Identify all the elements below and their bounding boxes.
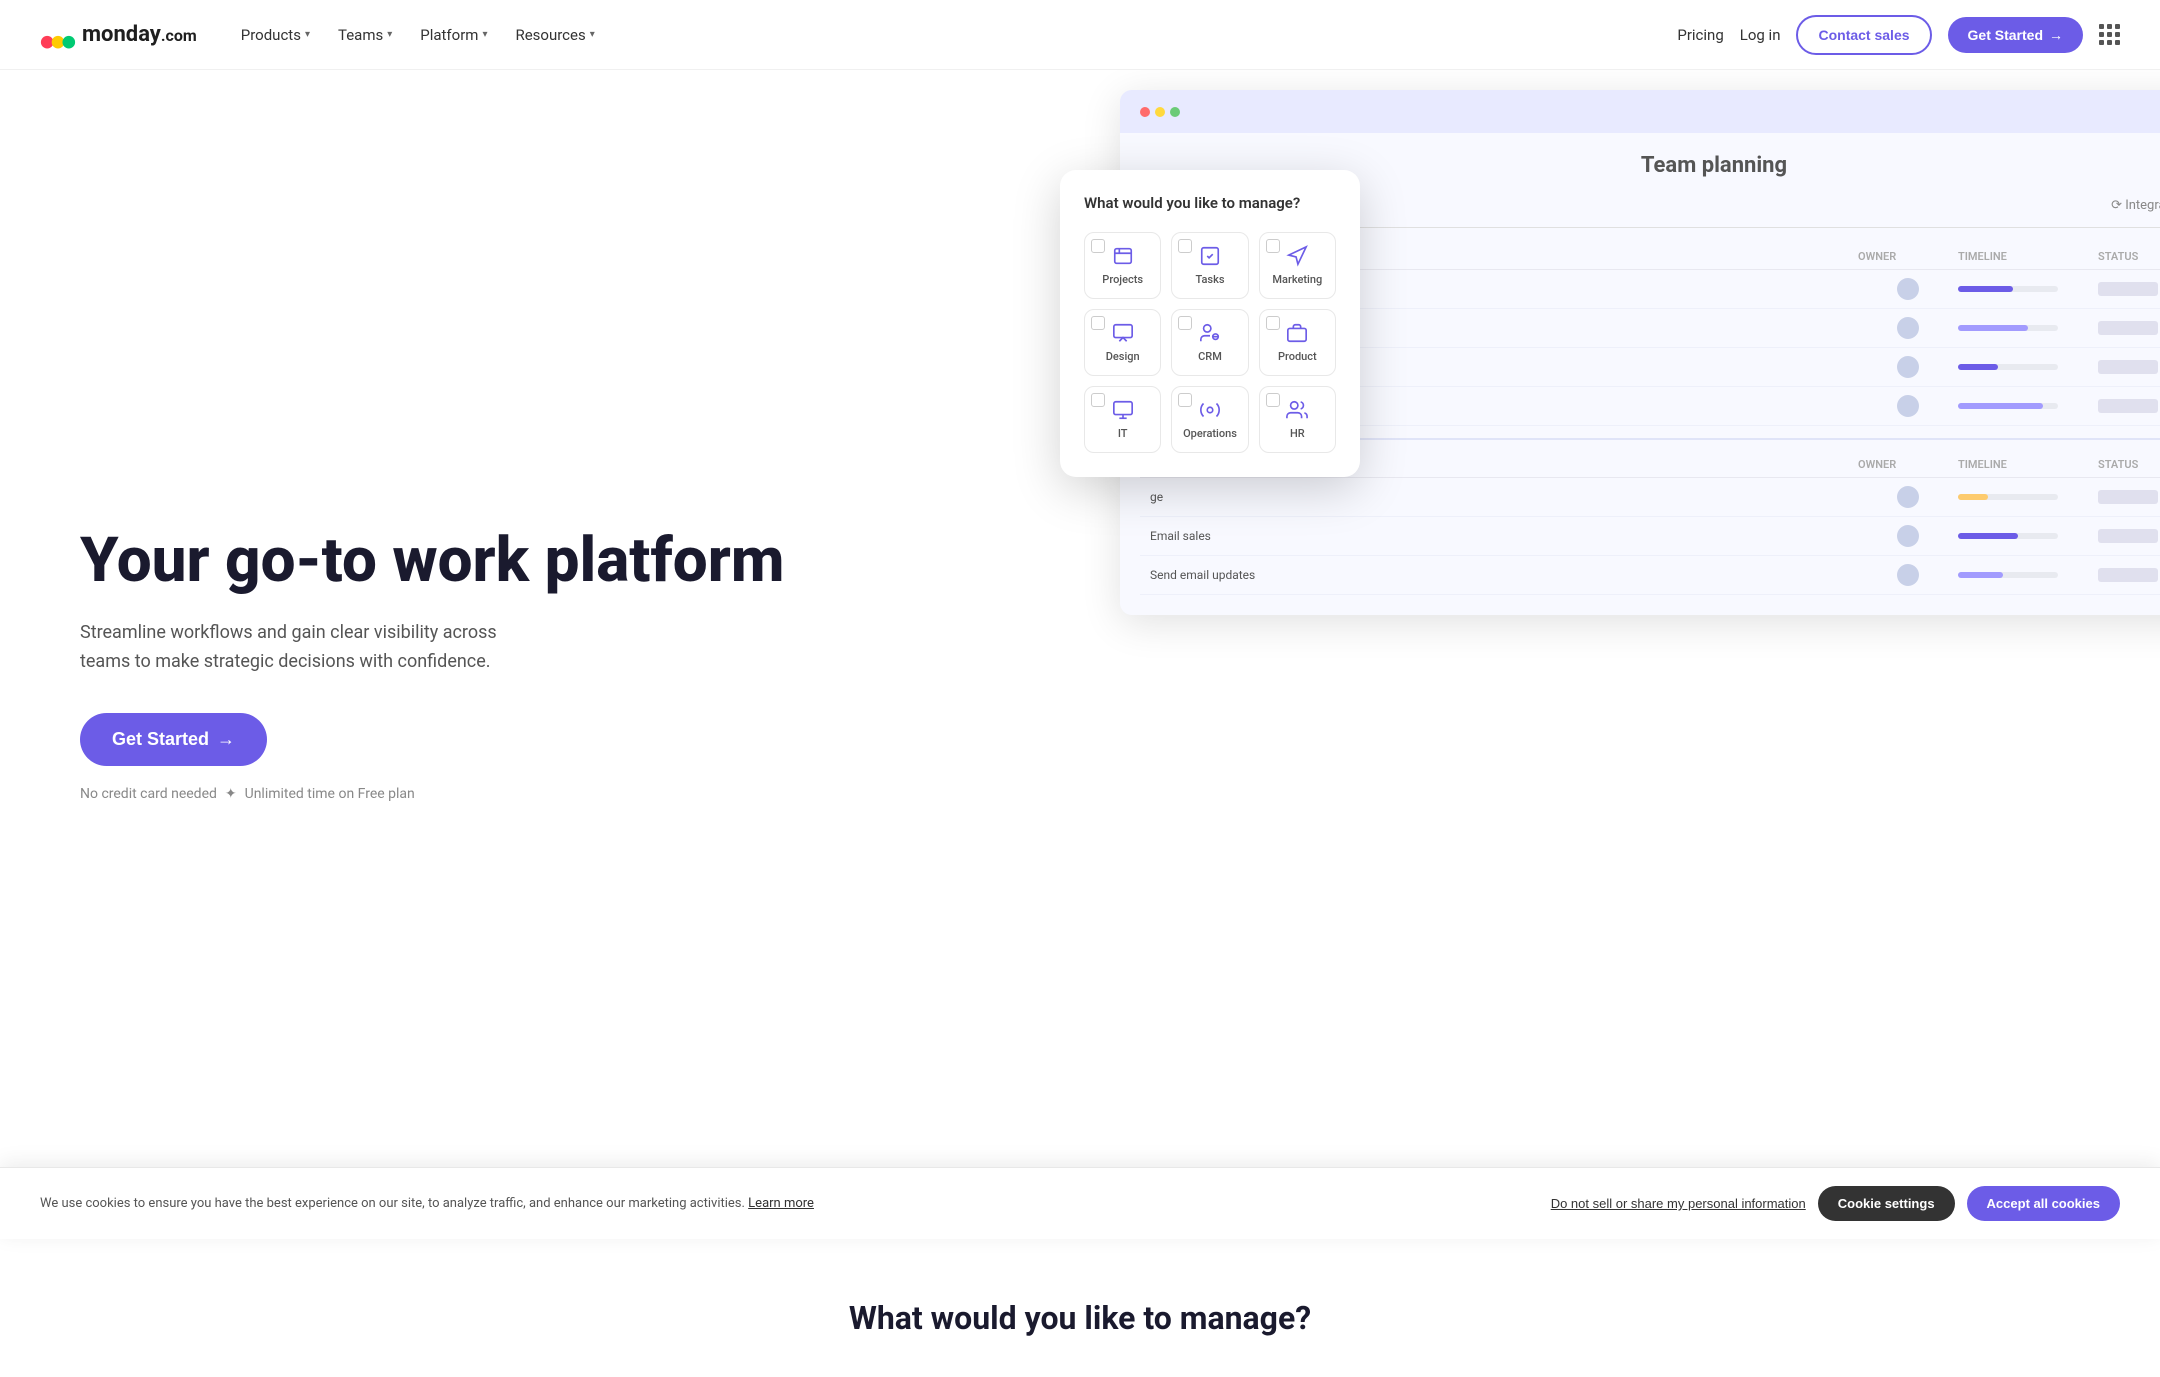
chevron-down-icon: ▾ <box>482 29 487 40</box>
design-icon <box>1112 322 1134 344</box>
close-window-dot <box>1140 107 1150 117</box>
product-checkbox[interactable] <box>1266 316 1280 330</box>
section-manage-title: What would you like to manage? <box>40 1299 2120 1337</box>
operations-checkbox[interactable] <box>1178 393 1192 407</box>
projects-checkbox[interactable] <box>1091 239 1105 253</box>
it-label: IT <box>1118 427 1128 440</box>
do-not-sell-button[interactable]: Do not sell or share my personal informa… <box>1551 1196 1806 1211</box>
manage-modal-overlay: What would you like to manage? Projects <box>1060 170 1360 477</box>
section-manage: What would you like to manage? <box>0 1239 2160 1377</box>
manage-item-projects[interactable]: Projects <box>1084 232 1161 299</box>
manage-modal-grid: Projects Tasks <box>1084 232 1336 453</box>
nav-login[interactable]: Log in <box>1740 26 1781 44</box>
design-checkbox[interactable] <box>1091 316 1105 330</box>
manage-item-operations[interactable]: Operations <box>1171 386 1248 453</box>
nav-links: Products ▾ Teams ▾ Platform ▾ Resources … <box>229 18 1678 52</box>
manage-item-marketing[interactable]: Marketing <box>1259 232 1336 299</box>
main-content: Your go-to work platform Streamline work… <box>0 70 2160 1239</box>
chevron-down-icon: ▾ <box>590 29 595 40</box>
hr-checkbox[interactable] <box>1266 393 1280 407</box>
marketing-checkbox[interactable] <box>1266 239 1280 253</box>
nav-pricing[interactable]: Pricing <box>1677 26 1723 44</box>
table-row: Send email updates Sep 15 <box>1140 556 2160 595</box>
cookie-banner: We use cookies to ensure you have the be… <box>0 1167 2160 1239</box>
arrow-right-icon: → <box>217 729 235 750</box>
dashboard-header: ⠿ <box>1120 90 2160 133</box>
table-row: ge Sep 02 <box>1140 478 2160 517</box>
marketing-label: Marketing <box>1272 273 1322 286</box>
hero-title: Your go-to work platform <box>80 527 1020 595</box>
product-icon <box>1286 322 1308 344</box>
operations-icon <box>1199 399 1221 421</box>
navbar: monday.com Products ▾ Teams ▾ Platform ▾… <box>0 0 2160 70</box>
tab-integrate[interactable]: ⟳ Integrate <box>2111 194 2160 219</box>
table-row: Email sales Sep 06 <box>1140 517 2160 556</box>
manage-item-tasks[interactable]: Tasks <box>1171 232 1248 299</box>
operations-label: Operations <box>1183 427 1237 440</box>
manage-modal: What would you like to manage? Projects <box>1060 170 1360 477</box>
minimize-window-dot <box>1155 107 1165 117</box>
tasks-label: Tasks <box>1196 273 1225 286</box>
arrow-right-icon: → <box>2049 27 2063 43</box>
cookie-settings-button[interactable]: Cookie settings <box>1818 1186 1955 1221</box>
nav-right: Pricing Log in Contact sales Get Started… <box>1677 15 2120 55</box>
manage-modal-title: What would you like to manage? <box>1084 194 1336 212</box>
crm-icon <box>1199 322 1221 344</box>
manage-item-it[interactable]: IT <box>1084 386 1161 453</box>
tasks-icon <box>1199 245 1221 267</box>
logo-wordmark: monday.com <box>82 22 197 47</box>
manage-item-design[interactable]: Design <box>1084 309 1161 376</box>
it-checkbox[interactable] <box>1091 393 1105 407</box>
product-label: Product <box>1278 350 1317 363</box>
contact-sales-button[interactable]: Contact sales <box>1796 15 1931 55</box>
hero-subtitle: Streamline workflows and gain clear visi… <box>80 619 520 677</box>
crm-checkbox[interactable] <box>1178 316 1192 330</box>
nav-resources[interactable]: Resources ▾ <box>503 18 606 52</box>
hero-panel: Your go-to work platform Streamline work… <box>0 70 1080 1239</box>
separator-dot: ✦ <box>225 786 237 802</box>
chevron-down-icon: ▾ <box>305 29 310 40</box>
chevron-down-icon: ▾ <box>387 29 392 40</box>
cookie-text: We use cookies to ensure you have the be… <box>40 1194 1527 1214</box>
manage-item-hr[interactable]: HR <box>1259 386 1336 453</box>
nav-teams[interactable]: Teams ▾ <box>326 18 404 52</box>
maximize-window-dot <box>1170 107 1180 117</box>
apps-grid-icon[interactable] <box>2099 24 2120 45</box>
hr-icon <box>1286 399 1308 421</box>
learn-more-link[interactable]: Learn more <box>748 1196 814 1211</box>
it-icon <box>1112 399 1134 421</box>
hr-label: HR <box>1290 427 1305 440</box>
design-label: Design <box>1106 350 1140 363</box>
get-started-main-button[interactable]: Get Started → <box>80 713 267 766</box>
projects-icon <box>1112 245 1134 267</box>
nav-platform[interactable]: Platform ▾ <box>408 18 499 52</box>
get-started-nav-button[interactable]: Get Started → <box>1948 17 2083 53</box>
window-controls <box>1140 107 1180 117</box>
crm-label: CRM <box>1198 350 1222 363</box>
nav-products[interactable]: Products ▾ <box>229 18 322 52</box>
right-panel: ⠿ Team planning Gantt Kanban + ⟳ Integra… <box>1080 70 2160 1239</box>
logo[interactable]: monday.com <box>40 17 197 53</box>
accept-cookies-button[interactable]: Accept all cookies <box>1967 1186 2120 1221</box>
manage-item-product[interactable]: Product <box>1259 309 1336 376</box>
cookie-actions: Do not sell or share my personal informa… <box>1551 1186 2120 1221</box>
logo-icon <box>40 17 76 53</box>
manage-item-crm[interactable]: CRM <box>1171 309 1248 376</box>
tasks-checkbox[interactable] <box>1178 239 1192 253</box>
projects-label: Projects <box>1102 273 1143 286</box>
marketing-icon <box>1286 245 1308 267</box>
hero-footnote: No credit card needed ✦ Unlimited time o… <box>80 786 1020 802</box>
